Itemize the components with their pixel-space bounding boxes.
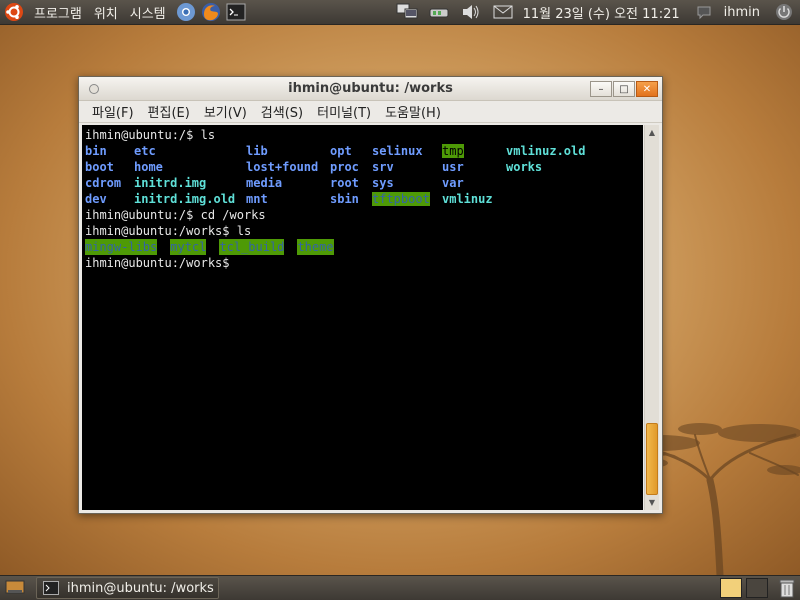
scroll-down-arrow-icon[interactable]: ▼ [645, 495, 659, 510]
terminal-icon[interactable] [225, 1, 247, 23]
ls-entry: boot [85, 160, 114, 174]
ls-entry: lost+found [246, 160, 319, 174]
terminal-line: ihmin@ubuntu:/$ cd /works [85, 208, 266, 222]
taskbar-button-terminal[interactable]: ihmin@ubuntu: /works [36, 577, 219, 599]
terminal-window: ihmin@ubuntu: /works – □ ✕ 파일(F) 편집(E) 보… [78, 76, 663, 514]
chromium-icon[interactable] [175, 1, 197, 23]
ls-entry: tmp [442, 144, 464, 158]
top-panel: 프로그램 위치 시스템 11월 23일 (수) 오전 11:21 ihmin [0, 0, 800, 25]
ls-entry: root [330, 176, 359, 190]
menu-search[interactable]: 검색(S) [254, 102, 310, 121]
menu-view[interactable]: 보기(V) [197, 102, 254, 121]
ls-entry: sbin [330, 192, 359, 206]
ls-entry: mnt [246, 192, 268, 206]
menu-file[interactable]: 파일(F) [85, 102, 141, 121]
trash-icon[interactable] [778, 578, 796, 598]
title-bar[interactable]: ihmin@ubuntu: /works – □ ✕ [79, 77, 662, 101]
menu-places[interactable]: 위치 [88, 0, 124, 25]
ls-entry: mytcl [170, 239, 207, 255]
workspace-2[interactable] [746, 578, 768, 598]
minimize-button[interactable]: – [590, 81, 612, 97]
window-title: ihmin@ubuntu: /works [288, 81, 453, 96]
ls-entry: selinux [372, 144, 423, 158]
ls-works-listing: mingw-libs mytcl tcl_build theme [85, 239, 640, 255]
ls-entry: works [506, 160, 543, 174]
chat-status-icon[interactable] [693, 1, 715, 23]
terminal-output[interactable]: ihmin@ubuntu:/$ ls bin etc lib opt selinux tm… [82, 125, 643, 510]
menu-bar: 파일(F) 편집(E) 보기(V) 검색(S) 터미널(T) 도움말(H) [79, 101, 662, 123]
ls-entry: vmlinuz [442, 192, 493, 206]
ls-entry: usr [442, 160, 464, 174]
volume-icon[interactable] [460, 1, 482, 23]
scroll-up-arrow-icon[interactable]: ▲ [645, 125, 659, 140]
ls-entry: srv [372, 160, 394, 174]
ls-entry: media [246, 176, 283, 190]
network-connection-icon[interactable] [428, 1, 450, 23]
bottom-panel: ihmin@ubuntu: /works [0, 575, 800, 600]
ls-entry: bin [85, 144, 107, 158]
ls-entry: opt [330, 144, 352, 158]
vertical-scrollbar[interactable]: ▲ ▼ [644, 125, 659, 510]
ls-entry: mingw-libs [85, 239, 158, 255]
maximize-button[interactable]: □ [613, 81, 635, 97]
scroll-thumb[interactable] [646, 423, 658, 495]
workspace-1[interactable] [720, 578, 742, 598]
ls-entry: initrd.img.old [134, 192, 236, 206]
ls-entry: vmlinuz.old [506, 144, 586, 158]
ls-entry: proc [330, 160, 359, 174]
ubuntu-logo-icon[interactable] [4, 2, 24, 22]
ls-entry: lib [246, 144, 268, 158]
menu-system[interactable]: 시스템 [124, 0, 172, 25]
terminal-prompt: ihmin@ubuntu:/works$ [85, 256, 237, 270]
network-monitor-icon[interactable] [396, 1, 418, 23]
terminal-line: ihmin@ubuntu:/works$ ls [85, 224, 252, 238]
ls-entry [506, 175, 606, 191]
terminal-line: ihmin@ubuntu:/$ ls [85, 128, 216, 142]
ls-entry: tftpboot [372, 192, 430, 206]
mail-icon[interactable] [492, 1, 514, 23]
ls-entry [506, 191, 606, 207]
close-button[interactable]: ✕ [636, 81, 658, 97]
ls-entry: initrd.img [134, 176, 207, 190]
ls-entry: dev [85, 192, 107, 206]
user-name[interactable]: ihmin [724, 5, 760, 20]
taskbar-button-label: ihmin@ubuntu: /works [67, 580, 214, 596]
ls-entry: theme [297, 239, 334, 255]
ls-entry: cdrom [85, 176, 122, 190]
ls-entry: var [442, 176, 464, 190]
ls-entry: etc [134, 144, 156, 158]
terminal-icon [43, 581, 59, 595]
ls-entry: home [134, 160, 163, 174]
menu-help[interactable]: 도움말(H) [378, 102, 448, 121]
menu-edit[interactable]: 편집(E) [141, 102, 197, 121]
ls-root-listing: bin etc lib opt selinux tmp vmlinuz.old boot hom… [85, 143, 640, 207]
ls-entry: tcl_build [219, 239, 285, 255]
power-icon[interactable] [773, 1, 795, 23]
ls-entry: sys [372, 176, 394, 190]
show-desktop-icon[interactable] [4, 579, 26, 597]
menu-applications[interactable]: 프로그램 [28, 0, 88, 25]
panel-clock[interactable]: 11월 23일 (수) 오전 11:21 [523, 3, 680, 22]
menu-terminal[interactable]: 터미널(T) [310, 102, 378, 121]
firefox-icon[interactable] [200, 1, 222, 23]
